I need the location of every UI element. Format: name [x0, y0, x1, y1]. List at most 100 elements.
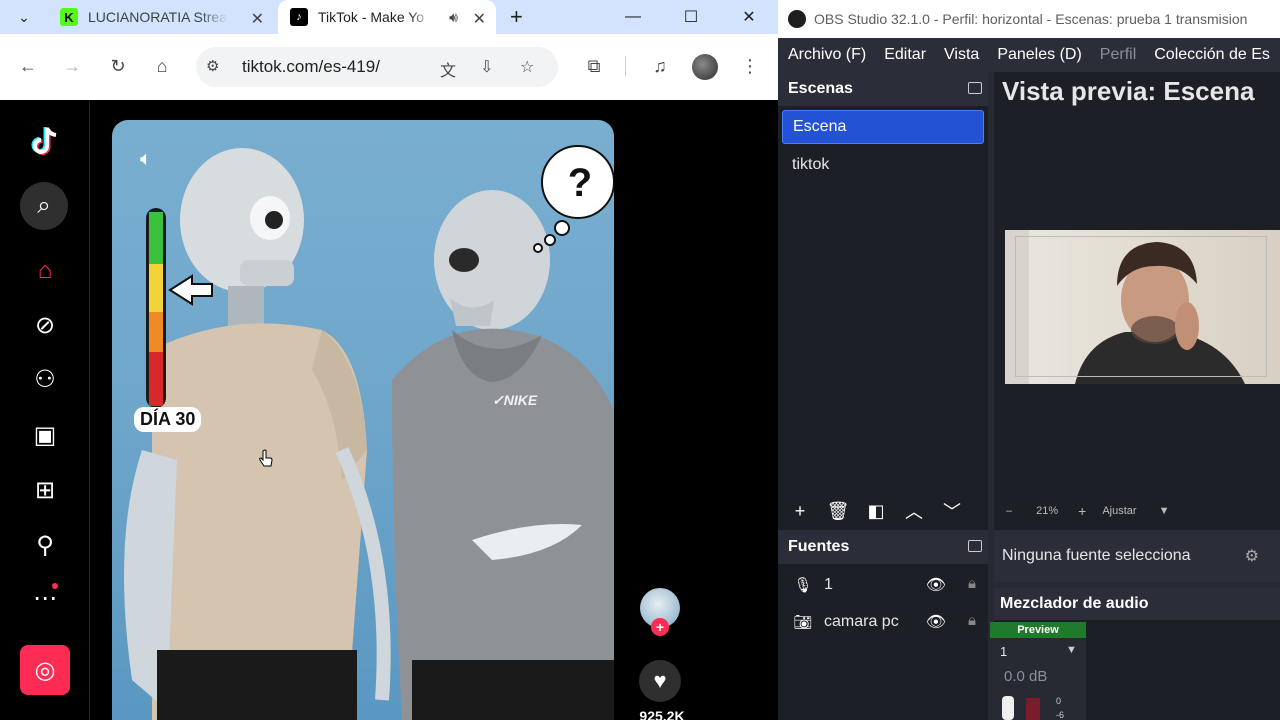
lock-icon[interactable]: 🔒︎: [968, 612, 976, 629]
minimize-button[interactable]: —: [604, 0, 662, 34]
video-overlay-label: DÍA 30: [134, 407, 202, 432]
tiktok-logo-icon[interactable]: [25, 122, 65, 162]
tiktok-sidebar: ⌕ ⌂ ⊘ ⚇ ▣ ⊞ ⚲ ⋯ ◎: [0, 100, 90, 720]
source-label: 1: [824, 575, 833, 593]
close-window-button[interactable]: ✕: [720, 0, 778, 34]
channel-db: 0.0 dB: [1004, 668, 1048, 685]
channel-name: 1: [1000, 644, 1008, 659]
move-down-icon[interactable]: ﹀: [940, 499, 964, 523]
follow-plus-icon[interactable]: +: [651, 618, 669, 636]
explore-compass-icon[interactable]: ⊘: [22, 302, 68, 348]
menu-vista[interactable]: Vista: [944, 46, 979, 64]
menu-kebab-icon[interactable]: ⋮: [738, 54, 762, 78]
obs-menubar: Archivo (F) Editar Vista Paneles (D) Per…: [778, 38, 1280, 72]
forward-icon[interactable]: →: [60, 54, 84, 78]
sources-dock: Fuentes 🎙︎ 1 👁︎ 🔒︎ 📷︎ camara pc 👁︎ 🔒︎: [778, 530, 988, 720]
following-icon[interactable]: ⚇: [22, 356, 68, 402]
more-dots-icon[interactable]: ⋯: [22, 575, 68, 621]
preview-area: Vista previa: Escena: [994, 72, 1280, 530]
volume-fader[interactable]: [1002, 696, 1014, 720]
camera-icon: 📷︎: [793, 613, 813, 631]
video-player[interactable]: ✓NIKE ? 🔈︎ DÍA 30: [112, 120, 614, 720]
search-icon[interactable]: ⌕: [20, 182, 68, 230]
sources-title: Fuentes: [788, 538, 850, 555]
profile-avatar[interactable]: [692, 54, 718, 80]
tiktok-icon: ♪: [290, 8, 308, 26]
close-tab-icon[interactable]: ✕: [473, 9, 486, 29]
browser-toolbar: ← → ↻ ⌂ ⚙ tiktok.com/es-419/ 文 ⇩ ☆ ⧉ ♫ ⋮: [0, 34, 778, 100]
new-tab-button[interactable]: +: [510, 4, 523, 30]
svg-text:✓NIKE: ✓NIKE: [492, 392, 538, 408]
menu-archivo[interactable]: Archivo (F): [788, 46, 866, 64]
tab-kick-stream[interactable]: K LUCIANORATIA Strea ✕: [48, 0, 274, 34]
mixer-channel: Preview 1 ▼ 0.0 dB 0 -6: [990, 622, 1086, 720]
volume-icon[interactable]: 🔈︎: [140, 148, 152, 171]
scene-controls: + 🗑︎ ◧ ︿ ﹀: [778, 492, 988, 530]
login-user-icon[interactable]: ◎: [20, 645, 70, 695]
scenes-title: Escenas: [788, 80, 853, 97]
undock-icon[interactable]: [968, 82, 982, 94]
menu-paneles[interactable]: Paneles (D): [997, 46, 1081, 64]
scenes-dock: Escenas Escena tiktok + 🗑︎ ◧ ︿ ﹀: [778, 72, 988, 530]
site-info-icon[interactable]: ⚙: [206, 57, 219, 75]
no-source-text: Ninguna fuente selecciona: [1002, 547, 1191, 564]
meter-tick: 0: [1056, 696, 1062, 706]
delete-scene-icon[interactable]: 🗑︎: [826, 499, 850, 523]
scenes-header: Escenas: [778, 72, 988, 106]
translate-icon[interactable]: 文: [440, 57, 456, 81]
channel-dropdown-icon[interactable]: ▼: [1066, 644, 1077, 656]
mixer-header: Mezclador de audio: [994, 588, 1280, 620]
zoom-in-button[interactable]: +: [1078, 503, 1086, 519]
visibility-eye-icon[interactable]: 👁︎: [926, 612, 946, 632]
svg-text:?: ?: [568, 161, 592, 205]
address-bar[interactable]: ⚙ tiktok.com/es-419/ 文 ⇩ ☆: [196, 47, 558, 87]
zoom-level: 21%: [1036, 505, 1059, 517]
tab-search-button[interactable]: ⌄: [10, 5, 38, 29]
bookmark-star-icon[interactable]: ☆: [520, 57, 534, 77]
source-item-mic[interactable]: 🎙︎ 1 👁︎ 🔒︎: [778, 566, 988, 603]
profile-icon[interactable]: ⚲: [22, 522, 68, 568]
media-control-icon[interactable]: ♫: [648, 54, 672, 78]
tab-tiktok[interactable]: ♪ TikTok - Make Yo 🔊︎ ✕: [278, 0, 496, 34]
scene-label: Escena: [793, 118, 847, 135]
maximize-button[interactable]: ☐: [662, 0, 720, 34]
kick-icon: K: [60, 8, 78, 26]
zoom-fit-label[interactable]: Ajustar: [1102, 505, 1136, 517]
zoom-out-button[interactable]: –: [1006, 505, 1012, 517]
zoom-dropdown-icon[interactable]: ▼: [1159, 505, 1170, 517]
add-scene-icon[interactable]: +: [788, 499, 812, 523]
upload-plus-icon[interactable]: ⊞: [22, 467, 68, 513]
scene-filters-icon[interactable]: ◧: [864, 499, 888, 523]
home-icon[interactable]: ⌂: [150, 54, 174, 78]
visibility-eye-icon[interactable]: 👁︎: [926, 575, 946, 595]
close-tab-icon[interactable]: ✕: [251, 9, 264, 29]
reload-icon[interactable]: ↻: [106, 54, 130, 78]
audio-mixer: Mezclador de audio Preview 1 ▼ 0.0 dB 0 …: [990, 588, 1280, 720]
extensions-icon[interactable]: ⧉: [582, 54, 606, 78]
preview-canvas[interactable]: [1005, 230, 1280, 384]
zoom-bar: – 21% + Ajustar ▼: [994, 496, 1280, 526]
gear-icon[interactable]: ⚙: [1245, 546, 1259, 566]
home-icon[interactable]: ⌂: [22, 248, 68, 294]
obs-logo-icon: [788, 10, 806, 28]
back-icon[interactable]: ←: [16, 54, 40, 78]
lock-icon[interactable]: 🔒︎: [968, 575, 976, 592]
menu-coleccion[interactable]: Colección de Es: [1154, 46, 1270, 64]
live-tv-icon[interactable]: ▣: [22, 412, 68, 458]
speaker-icon[interactable]: 🔊︎: [449, 9, 458, 26]
undock-icon[interactable]: [968, 540, 982, 552]
like-heart-icon[interactable]: ♥: [639, 660, 681, 702]
preview-bounding-box: [1015, 236, 1267, 377]
volume-meter: [1026, 698, 1040, 720]
scene-item-tiktok[interactable]: tiktok: [782, 148, 984, 182]
obs-titlebar: OBS Studio 32.1.0 - Perfil: horizontal -…: [778, 0, 1280, 38]
install-app-icon[interactable]: ⇩: [480, 57, 493, 77]
scene-item-escena[interactable]: Escena: [782, 110, 984, 144]
menu-editar[interactable]: Editar: [884, 46, 926, 64]
source-item-camera[interactable]: 📷︎ camara pc 👁︎ 🔒︎: [778, 603, 988, 640]
move-up-icon[interactable]: ︿: [902, 499, 926, 523]
menu-perfil[interactable]: Perfil: [1100, 46, 1136, 64]
browser-window: ⌄ K LUCIANORATIA Strea ✕ ♪ TikTok - Make…: [0, 0, 778, 720]
microphone-icon: 🎙︎: [793, 576, 813, 594]
tab-strip: ⌄ K LUCIANORATIA Strea ✕ ♪ TikTok - Make…: [0, 0, 778, 34]
